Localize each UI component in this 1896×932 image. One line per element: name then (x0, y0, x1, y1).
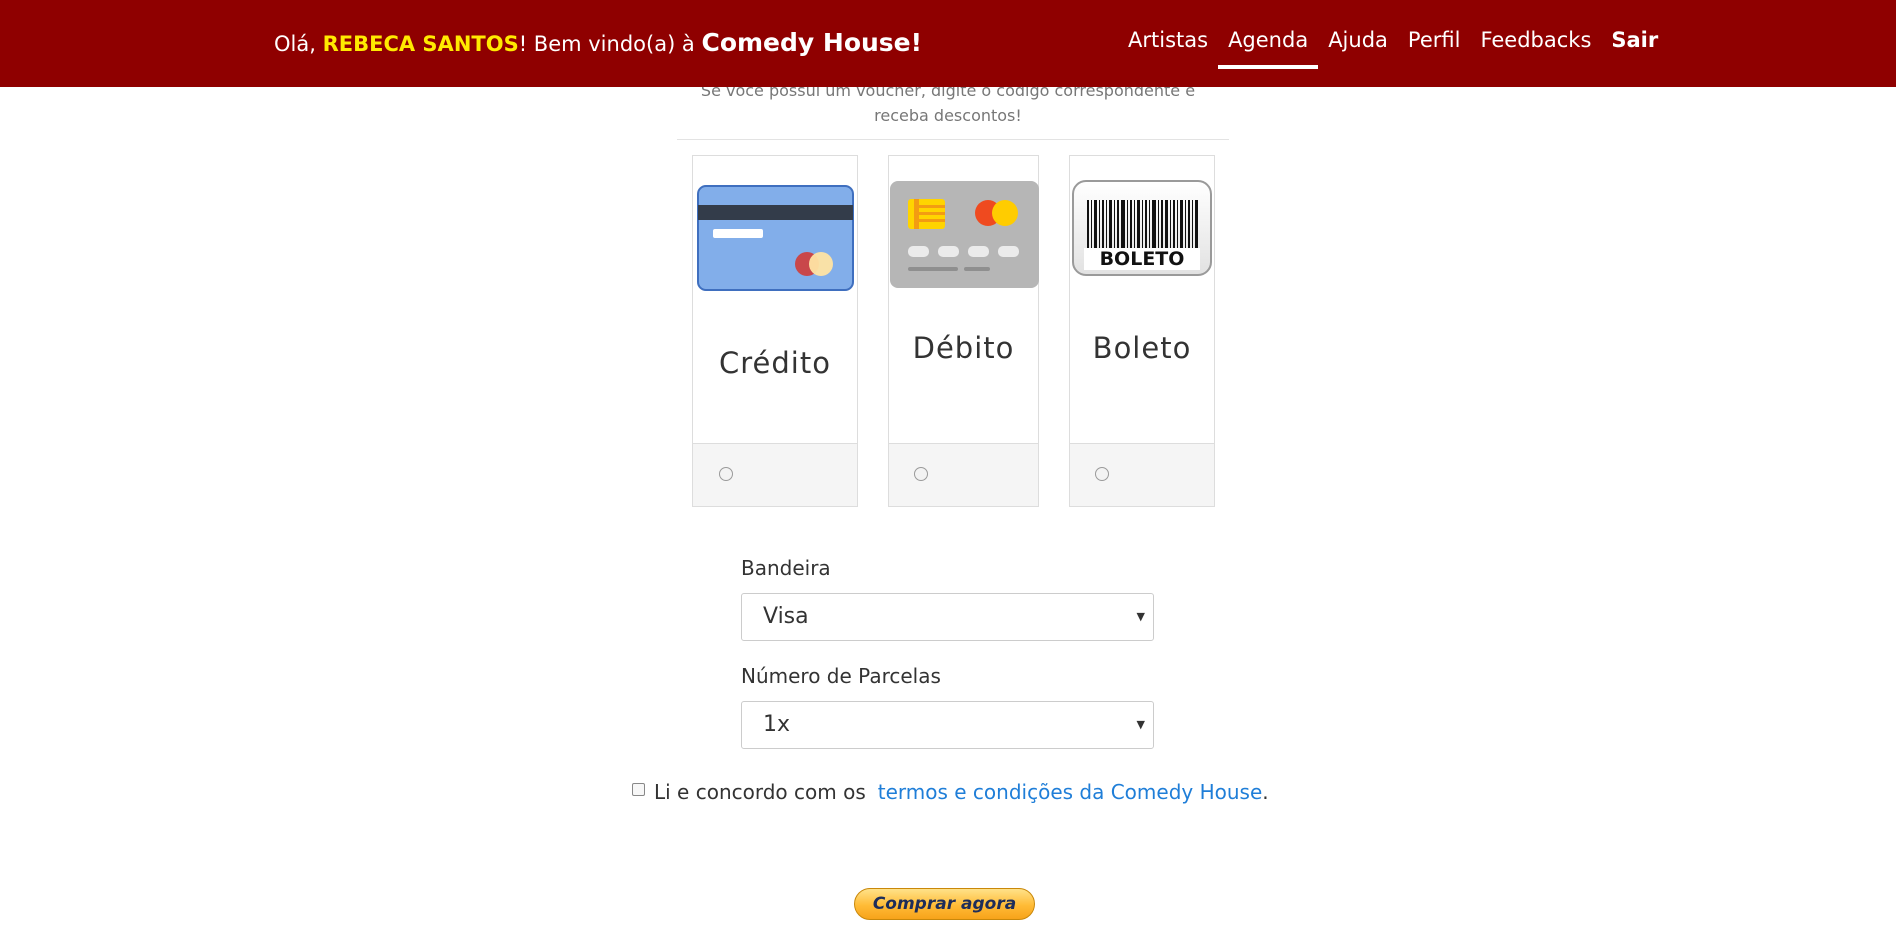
greeting-prefix: Olá, (274, 32, 323, 56)
barcode-caption: BOLETO (1084, 248, 1200, 270)
nav-ajuda[interactable]: Ajuda (1318, 0, 1398, 69)
bandeira-selected-value: Visa (763, 604, 809, 629)
terms-link[interactable]: termos e condições da Comedy House (878, 780, 1263, 804)
card-footer (693, 443, 857, 506)
credit-card-icon (697, 185, 854, 291)
payment-label-boleto: Boleto (1092, 331, 1192, 365)
parcelas-select[interactable]: 1x ▼ (741, 701, 1154, 749)
parcelas-selected-value: 1x (763, 712, 791, 737)
payment-label-debito: Débito (912, 331, 1015, 365)
radio-debito[interactable] (914, 467, 928, 481)
chevron-down-icon: ▼ (1136, 610, 1145, 623)
payment-option-debito[interactable]: Débito (888, 155, 1039, 507)
radio-credito[interactable] (719, 467, 733, 481)
main-nav: Artistas Agenda Ajuda Perfil Feedbacks S… (1118, 0, 1668, 87)
terms-checkbox[interactable] (632, 782, 645, 796)
brand-name: Comedy House! (701, 28, 923, 57)
payment-label-credito: Crédito (719, 346, 831, 380)
top-navbar: Olá, REBECA SANTOS! Bem vindo(a) à Comed… (0, 0, 1896, 87)
nav-feedbacks[interactable]: Feedbacks (1470, 0, 1601, 69)
section-divider (677, 139, 1229, 140)
chevron-down-icon: ▼ (1136, 718, 1145, 731)
debit-card-icon (890, 181, 1039, 288)
card-footer (1070, 443, 1214, 506)
nav-perfil[interactable]: Perfil (1398, 0, 1471, 69)
radio-boleto[interactable] (1095, 467, 1109, 481)
welcome-message: Olá, REBECA SANTOS! Bem vindo(a) à Comed… (274, 28, 922, 57)
bandeira-label: Bandeira (741, 556, 831, 580)
buy-now-button[interactable]: Comprar agora (854, 888, 1035, 920)
barcode-bars (1087, 200, 1198, 250)
bandeira-select[interactable]: Visa ▼ (741, 593, 1154, 641)
barcode-icon: BOLETO (1072, 180, 1212, 276)
card-footer (889, 443, 1038, 506)
terms-agreement: Li e concordo com os termos e condições … (632, 780, 1269, 804)
payment-option-credito[interactable]: Crédito (692, 155, 858, 507)
voucher-hint-line2: receba descontos! (874, 106, 1022, 125)
nav-sair[interactable]: Sair (1601, 0, 1668, 69)
parcelas-label: Número de Parcelas (741, 664, 941, 688)
user-name: REBECA SANTOS (322, 32, 519, 56)
greeting-middle: ! Bem vindo(a) à (518, 32, 702, 56)
nav-artistas[interactable]: Artistas (1118, 0, 1218, 69)
terms-suffix: . (1262, 780, 1269, 804)
nav-agenda[interactable]: Agenda (1218, 0, 1319, 69)
payment-option-boleto[interactable]: BOLETO Boleto (1069, 155, 1215, 507)
terms-text: Li e concordo com os (654, 780, 866, 804)
